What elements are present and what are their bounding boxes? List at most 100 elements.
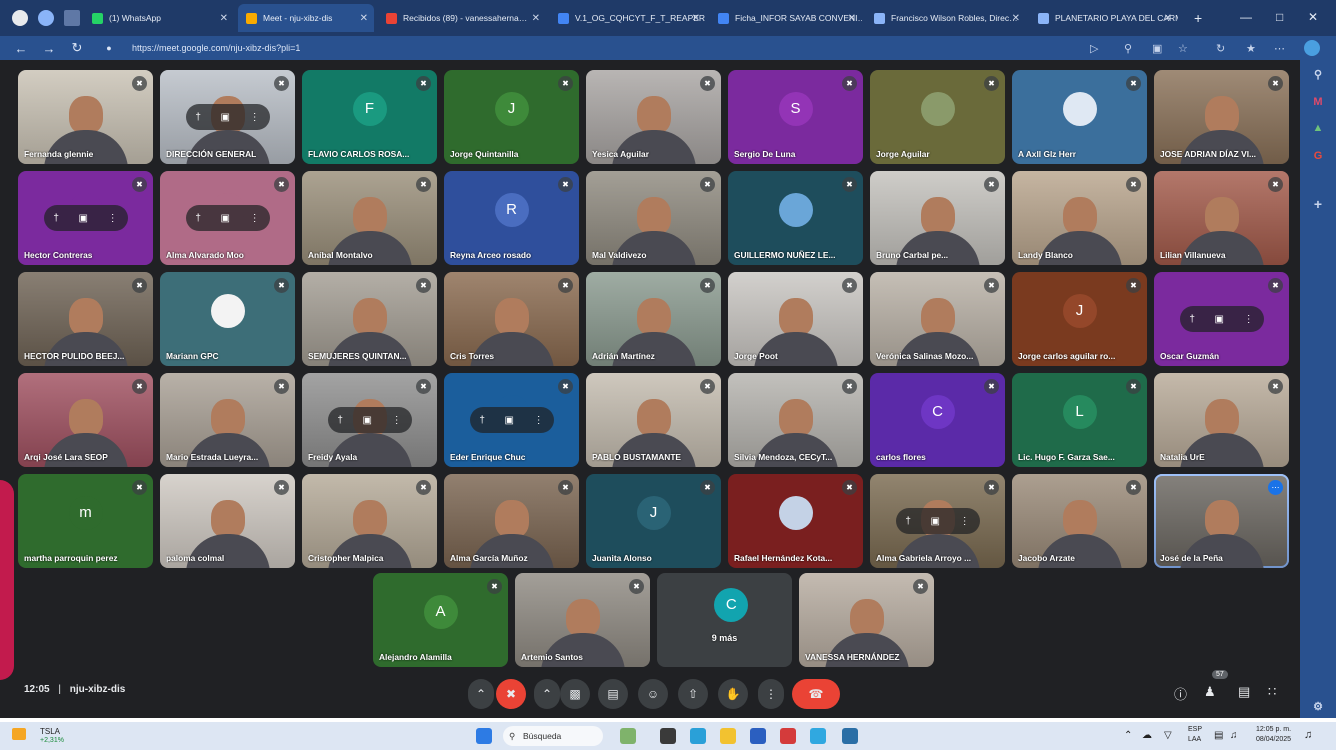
- participant-tile[interactable]: † ▣ ⋮ Oscar Guzmán ✖: [1154, 272, 1289, 366]
- clock-time[interactable]: 12:05 p. m.: [1256, 726, 1291, 733]
- notifications-icon[interactable]: ♫: [1304, 729, 1312, 741]
- present-screen-icon[interactable]: ⇧: [678, 679, 708, 709]
- participant-tile[interactable]: JOSE ADRIAN DÍAZ VI... ✖: [1154, 70, 1289, 164]
- outlook-icon[interactable]: M: [1300, 96, 1336, 108]
- more-icon[interactable]: ⋮: [108, 213, 118, 224]
- back-icon[interactable]: ←: [14, 41, 28, 56]
- audio-options-button[interactable]: ⌃: [468, 679, 494, 709]
- participant-tile[interactable]: m martha parroquin perez ✖: [18, 474, 153, 568]
- pin-icon[interactable]: †: [195, 213, 201, 224]
- participant-tile[interactable]: José de la Peña ⋯: [1154, 474, 1289, 568]
- participant-tile[interactable]: Bruno Carbal pe... ✖: [870, 171, 1005, 265]
- participant-tile[interactable]: Jorge Poot ✖: [728, 272, 863, 366]
- participant-tile[interactable]: Aníbal Montalvo ✖: [302, 171, 437, 265]
- word-icon[interactable]: [750, 728, 766, 744]
- google-icon[interactable]: G: [1300, 150, 1336, 162]
- minimize-button[interactable]: —: [1240, 10, 1252, 24]
- participant-tile[interactable]: † ▣ ⋮ Eder Enrique Chuc ✖: [444, 373, 579, 467]
- add-sidebar-icon[interactable]: +: [1300, 196, 1336, 212]
- camera-icon[interactable]: ▩: [560, 679, 590, 709]
- taskbar-search[interactable]: ⚲ Búsqueda: [503, 726, 603, 746]
- site-info-icon[interactable]: ●: [102, 43, 116, 53]
- participant-tile[interactable]: Cris Torres ✖: [444, 272, 579, 366]
- fullscreen-icon[interactable]: ▣: [221, 112, 230, 123]
- volume-icon[interactable]: ♫: [1230, 730, 1238, 741]
- more-icon[interactable]: ⋮: [392, 415, 402, 426]
- pin-icon[interactable]: †: [1189, 314, 1195, 325]
- language-bottom[interactable]: LAA: [1188, 736, 1201, 743]
- close-tab-icon[interactable]: ✕: [848, 13, 856, 24]
- participant-tile[interactable]: Jacobo Arzate ✖: [1012, 474, 1147, 568]
- fullscreen-icon[interactable]: ▣: [363, 415, 372, 426]
- widgets-icon[interactable]: [620, 728, 636, 744]
- fullscreen-icon[interactable]: ▣: [79, 213, 88, 224]
- close-tab-icon[interactable]: ✕: [532, 13, 540, 24]
- tile-actions[interactable]: † ▣ ⋮: [43, 205, 128, 231]
- emoji-icon[interactable]: ☺: [638, 679, 668, 709]
- more-icon[interactable]: ⋮: [960, 516, 970, 527]
- participant-tile[interactable]: Mariann GPC ✖: [160, 272, 295, 366]
- clock-date[interactable]: 08/04/2025: [1256, 736, 1291, 743]
- zoom-icon[interactable]: ⚲: [1124, 42, 1132, 55]
- participant-tile[interactable]: † ▣ ⋮ DIRECCIÓN GENERAL ✖: [160, 70, 295, 164]
- participant-tile[interactable]: SEMUJERES QUINTAN... ✖: [302, 272, 437, 366]
- sidebar-settings-icon[interactable]: ⚙: [1300, 700, 1336, 713]
- participant-tile[interactable]: GUILLERMO NUÑEZ LE... ✖: [728, 171, 863, 265]
- video-options-button[interactable]: ⌃: [534, 679, 560, 709]
- participant-tile[interactable]: † ▣ ⋮ Hector Contreras ✖: [18, 171, 153, 265]
- participant-tile[interactable]: Adrián Martínez ✖: [586, 272, 721, 366]
- participant-tile[interactable]: F FLAVIO CARLOS ROSA... ✖: [302, 70, 437, 164]
- participant-tile[interactable]: HECTOR PULIDO BEEJ... ✖: [18, 272, 153, 366]
- calendar-icon[interactable]: [842, 728, 858, 744]
- participant-tile[interactable]: † ▣ ⋮ Freidy Ayala ✖: [302, 373, 437, 467]
- tile-actions[interactable]: † ▣ ⋮: [469, 407, 554, 433]
- refresh-extension-icon[interactable]: ↻: [1216, 42, 1225, 55]
- search-icon[interactable]: ⚲: [1300, 68, 1336, 81]
- people-icon[interactable]: ♟: [1204, 684, 1216, 700]
- copilot-icon[interactable]: [1304, 40, 1320, 56]
- tile-actions[interactable]: † ▣ ⋮: [895, 508, 980, 534]
- microphone-off-icon[interactable]: ✖: [496, 679, 526, 709]
- close-tab-icon[interactable]: ✕: [360, 13, 368, 24]
- fullscreen-icon[interactable]: ▣: [221, 213, 230, 224]
- activities-icon[interactable]: ∷: [1268, 684, 1276, 700]
- participant-tile[interactable]: J Jorge Quintanilla ✖: [444, 70, 579, 164]
- fullscreen-icon[interactable]: ▣: [505, 415, 514, 426]
- favorite-star-icon[interactable]: ☆: [1178, 42, 1188, 55]
- tile-actions[interactable]: † ▣ ⋮: [327, 407, 412, 433]
- forward-icon[interactable]: →: [42, 41, 56, 56]
- participant-tile[interactable]: Alma García Muñoz ✖: [444, 474, 579, 568]
- browser-tab[interactable]: V.1_OG_CQHCYT_F_T_REAPER… ✕: [550, 4, 706, 32]
- participant-tile[interactable]: L Lic. Hugo F. Garza Sae... ✖: [1012, 373, 1147, 467]
- close-window-button[interactable]: ✕: [1308, 10, 1318, 24]
- participant-tile[interactable]: Landy Blanco ✖: [1012, 171, 1147, 265]
- participant-tile[interactable]: R Reyna Arceo rosado ✖: [444, 171, 579, 265]
- pin-icon[interactable]: †: [53, 213, 59, 224]
- participant-tile[interactable]: Artemio Santos ✖: [515, 573, 650, 667]
- pin-icon[interactable]: †: [905, 516, 911, 527]
- workspaces-icon[interactable]: [38, 10, 54, 26]
- mail-icon[interactable]: [780, 728, 796, 744]
- participant-tile[interactable]: Jorge Aguilar ✖: [870, 70, 1005, 164]
- participant-tile[interactable]: A Alejandro Alamilla ✖: [373, 573, 508, 667]
- participant-tile[interactable]: Verónica Salinas Mozo... ✖: [870, 272, 1005, 366]
- close-tab-icon[interactable]: ✕: [220, 13, 228, 24]
- participant-tile[interactable]: † ▣ ⋮ Alma Gabriela Arroyo ... ✖: [870, 474, 1005, 568]
- browser-tab[interactable]: (1) WhatsApp ✕: [84, 4, 234, 32]
- participant-tile[interactable]: Cristopher Malpica ✖: [302, 474, 437, 568]
- participant-tile[interactable]: Natalia UrE ✖: [1154, 373, 1289, 467]
- raise-hand-icon[interactable]: ✋: [718, 679, 748, 709]
- participant-tile[interactable]: Ccarlos flores ✖: [870, 373, 1005, 467]
- file-explorer-icon[interactable]: [720, 728, 736, 744]
- chat-icon[interactable]: ▤: [1238, 684, 1250, 700]
- browser-tab[interactable]: Meet - nju-xibz-dis ✕: [238, 4, 374, 32]
- participant-tile[interactable]: Rafael Hernández Kota... ✖: [728, 474, 863, 568]
- participant-tile[interactable]: J Juanita Alonso ✖: [586, 474, 721, 568]
- chrome-icon[interactable]: [810, 728, 826, 744]
- participant-tile[interactable]: PABLO BUSTAMANTE ✖: [586, 373, 721, 467]
- browser-tab[interactable]: Ficha_INFOR SAYAB CONVENI… ✕: [710, 4, 862, 32]
- participant-tile[interactable]: C 9 más: [657, 573, 792, 667]
- participant-tile[interactable]: Silvia Mendoza, CECyT... ✖: [728, 373, 863, 467]
- participant-tile[interactable]: Fernanda glennie ✖: [18, 70, 153, 164]
- more-options-icon[interactable]: ⋮: [758, 679, 784, 709]
